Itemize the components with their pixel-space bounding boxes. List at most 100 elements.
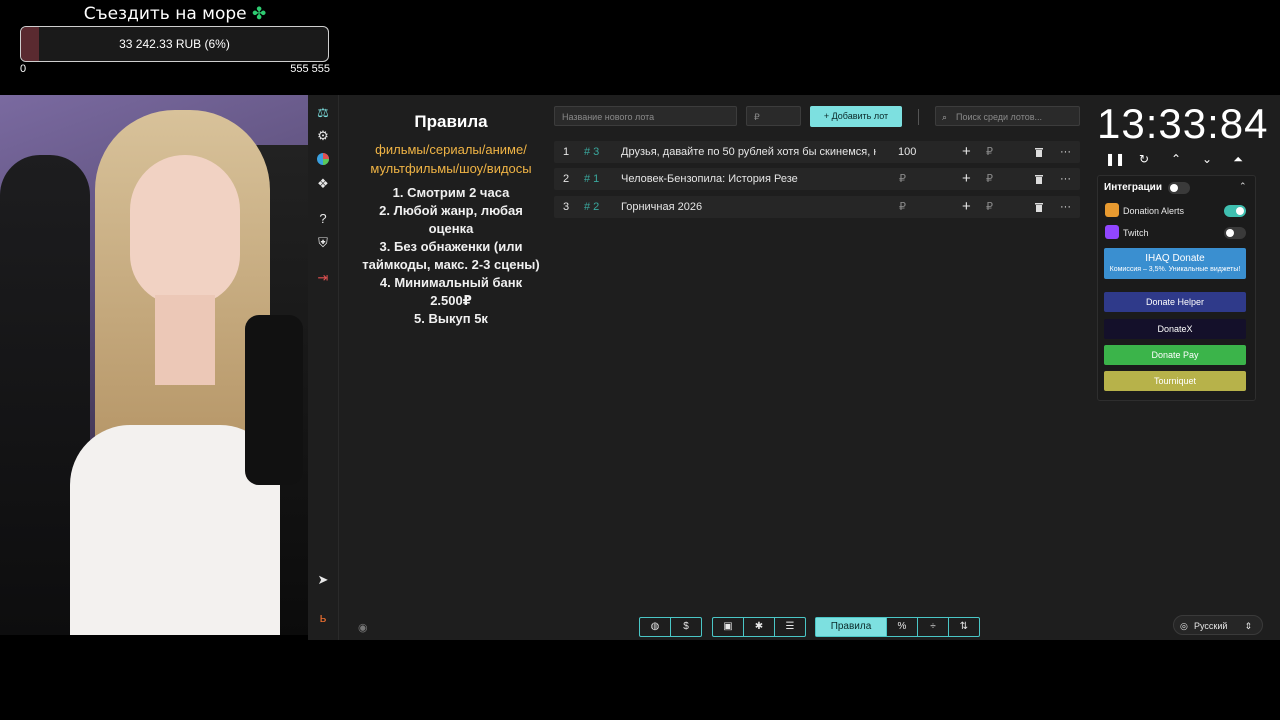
search-icon: ⌕ [942,112,948,122]
plus-icon: + [823,111,832,121]
lot-row[interactable]: 3 # 2 Горничная 2026 ₽ + ₽ ··· [554,196,1080,218]
auction-gavel-icon[interactable]: ⚖ [315,105,331,121]
lot-fast-id: # 2 [584,201,600,213]
save-icon[interactable]: ▣ [713,618,744,636]
rules-item: 5. Выкуп 5к [414,311,488,326]
view-group: Правила % ÷ ⇅ [815,617,980,637]
lot-name[interactable]: Горничная 2026 [621,196,876,218]
lot-number: 1 [563,146,570,158]
rules-title: Правила [414,112,488,131]
gear-icon[interactable]: ⚙ [315,128,331,144]
goal-min-value: 0 [20,63,27,75]
currency-icon: ₽ [986,201,993,213]
goal-title-text: Съездить на море [83,4,247,24]
goal-max-value: 555 555 [290,63,330,75]
chevron-down-icon[interactable]: ⌄ [1200,152,1214,166]
layers-icon[interactable]: ❖ [315,176,331,192]
lot-amount[interactable]: ₽ [899,196,906,218]
lot-name[interactable]: Друзья, давайте по 50 рублей хотя бы ски… [621,141,876,163]
rules-list: 1. Смотрим 2 часа 2. Любой жанр, любая о… [360,184,542,328]
goal-progress-label: 33 242.33 RUB (6%) [119,37,230,51]
more-options-icon[interactable]: ··· [1060,168,1071,190]
trash-icon[interactable] [1034,147,1044,157]
streamer-face-shape [130,155,240,305]
lot-row[interactable]: 2 # 1 Человек-Бензопила: История Резе ₽ … [554,168,1080,190]
rules-item: 1. Смотрим 2 часа [392,185,510,200]
percent-icon[interactable]: % [887,618,918,636]
pause-icon[interactable]: ❚❚ [1105,152,1125,166]
donatex-button[interactable]: DonateX [1104,319,1246,339]
lot-fast-id: # 1 [584,173,600,185]
lot-amount[interactable]: ₽ [899,168,906,190]
sort-icon[interactable]: ⇅ [949,618,979,636]
goal-progress-bar: 33 242.33 RUB (6%) [20,26,329,62]
links-group: ◍ $ [639,617,702,637]
github-icon[interactable]: ◍ [640,618,671,636]
lot-number: 2 [563,173,570,185]
rules-genres: фильмы/сериалы/аниме/мультфильмы/шоу/вид… [370,142,532,176]
twitch-toggle[interactable] [1224,227,1246,239]
lot-search-placeholder: Поиск среди лотов... [956,112,1043,122]
collapse-chevron-icon[interactable]: ⌃ [1239,181,1247,192]
select-chevron-icon: ⇕ [1244,621,1252,631]
new-lot-amount-input[interactable]: ₽ [746,106,801,126]
shield-check-icon[interactable]: ⛨ [315,235,331,251]
add-amount-button[interactable]: + [962,196,971,218]
boosty-icon[interactable]: ь [315,610,331,626]
currency-icon: ₽ [986,146,993,158]
rules-tab-label: Правила [830,621,872,632]
donate-pay-button[interactable]: Donate Pay [1104,345,1246,365]
ihaq-donate-title: IHAQ Donate [1145,253,1205,264]
language-label: Русский [1194,621,1228,631]
new-lot-name-input[interactable]: Название нового лота [554,106,737,126]
double-chevron-up-icon[interactable]: ⏶ [1231,152,1245,166]
add-lot-label: Добавить лот [831,111,889,121]
lot-number: 3 [563,201,570,213]
lot-search-input[interactable]: ⌕ Поиск среди лотов... [935,106,1080,126]
streamer-neck-shape [155,295,215,385]
more-options-icon[interactable]: ··· [1060,141,1071,163]
clear-list-icon[interactable]: ☰ [775,618,805,636]
add-amount-button[interactable]: + [962,168,971,190]
help-icon[interactable]: ? [315,211,331,227]
lot-amount[interactable]: 100 [898,141,916,163]
split-icon[interactable]: ÷ [918,618,949,636]
lot-name[interactable]: Человек-Бензопила: История Резе [621,168,876,190]
ihaq-donate-subtitle: Комиссия – 3,5%. Уникальные виджеты! [1109,266,1241,273]
add-lot-button[interactable]: + Добавить лот [810,106,902,127]
goal-title: Съездить на море ✤ [20,4,330,24]
logout-icon[interactable]: ⇥ [315,270,331,286]
donation-alerts-toggle[interactable] [1224,205,1246,217]
rules-tab[interactable]: Правила [816,618,887,636]
globe-icon: ◎ [1180,621,1188,631]
lot-row[interactable]: 1 # 3 Друзья, давайте по 50 рублей хотя … [554,141,1080,163]
reset-icon[interactable]: ↻ [1137,152,1151,166]
twitch-icon [1105,225,1119,239]
microphone-shape [245,315,303,485]
lot-fast-id: # 3 [584,146,600,158]
rules-item: 4. Минимальный банк 2.500₽ [379,275,523,308]
ihaq-donate-button[interactable]: IHAQ Donate Комиссия – 3,5%. Уникальные … [1104,248,1246,279]
telegram-icon[interactable]: ➤ [315,572,331,588]
webcam-feed [0,95,308,635]
donate-helper-button[interactable]: Donate Helper [1104,292,1246,312]
language-select[interactable]: ◎ Русский ⇕ [1173,615,1263,635]
eye-icon[interactable]: ◉ [358,621,368,634]
pie-chart-icon[interactable] [315,152,331,168]
divider [918,109,919,125]
auction-timer: 13:33:84 [1097,100,1269,147]
four-leaf-clover-icon: ✤ [252,4,267,24]
add-amount-button[interactable]: + [962,141,971,163]
trash-icon[interactable] [1034,174,1044,184]
twitch-label: Twitch [1123,228,1149,238]
donation-alerts-label: Donation Alerts [1123,206,1185,216]
integrations-title: Интеграции [1104,182,1162,193]
integrations-toggle[interactable] [1168,182,1190,194]
bug-icon[interactable]: ✱ [744,618,775,636]
donate-dollar-icon[interactable]: $ [671,618,701,636]
sidebar: ⚖ ⚙ ❖ ? ⛨ ⇥ ➤ ь [308,95,339,640]
tourniquet-button[interactable]: Tourniquet [1104,371,1246,391]
more-options-icon[interactable]: ··· [1060,196,1071,218]
trash-icon[interactable] [1034,202,1044,212]
chevron-up-icon[interactable]: ⌃ [1169,152,1183,166]
